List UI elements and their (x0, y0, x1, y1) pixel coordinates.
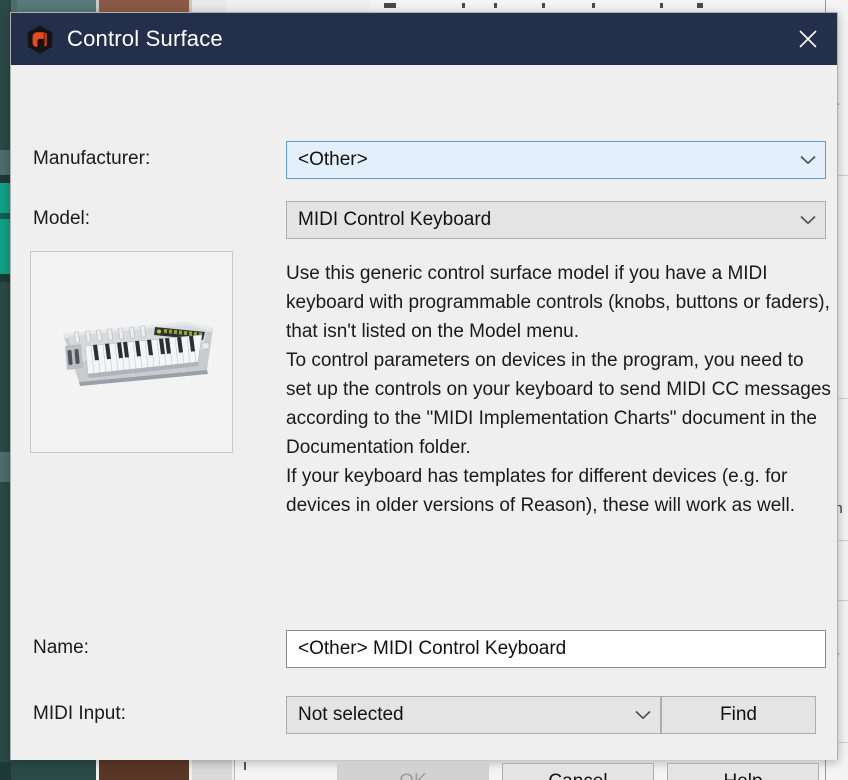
device-preview-image (30, 251, 233, 453)
midi-input-label: MIDI Input: (33, 703, 126, 724)
background-bottom-brown-strip (99, 758, 189, 780)
reason-logo-icon (27, 25, 53, 54)
control-surface-dialog: Control Surface Manufacturer: <Other> Mo… (10, 12, 838, 780)
midi-input-select[interactable]: Not selected (286, 696, 661, 734)
background-bottom-teal-strip (11, 758, 96, 780)
dialog-body: Manufacturer: <Other> Model: MIDI Contro… (11, 65, 837, 780)
manufacturer-select[interactable]: <Other> (286, 141, 826, 179)
name-label: Name: (33, 637, 89, 658)
background-top-teal-strip-2 (17, 0, 96, 12)
model-select[interactable]: MIDI Control Keyboard (286, 201, 826, 239)
ok-button[interactable]: OK (337, 763, 489, 780)
model-value: MIDI Control Keyboard (298, 209, 492, 230)
background-bottom-tick (244, 762, 246, 770)
background-ruler (370, 0, 848, 12)
chevron-down-icon (791, 215, 825, 225)
dialog-title: Control Surface (67, 26, 223, 51)
cancel-button[interactable]: Cancel (502, 763, 654, 780)
help-button[interactable]: Help (667, 763, 819, 780)
background-top-brown-strip (99, 0, 189, 12)
find-button[interactable]: Find (661, 696, 816, 734)
midi-input-value: Not selected (298, 704, 404, 725)
model-label: Model: (33, 208, 91, 229)
background-top-light-strip (192, 0, 226, 12)
close-icon[interactable] (779, 13, 837, 65)
name-input-value: <Other> MIDI Control Keyboard (298, 638, 567, 659)
chevron-down-icon (626, 710, 660, 720)
manufacturer-label: Manufacturer: (33, 148, 151, 169)
model-description: Use this generic control surface model i… (286, 263, 831, 516)
manufacturer-value: <Other> (298, 149, 368, 170)
chevron-down-icon (791, 155, 825, 165)
dialog-titlebar: Control Surface (11, 13, 837, 65)
midi-keyboard-illustration (55, 310, 215, 388)
screen: r T re e d o an re r (0, 0, 848, 780)
background-bottom-gray-strip (192, 758, 232, 780)
name-input[interactable]: <Other> MIDI Control Keyboard (286, 630, 826, 668)
